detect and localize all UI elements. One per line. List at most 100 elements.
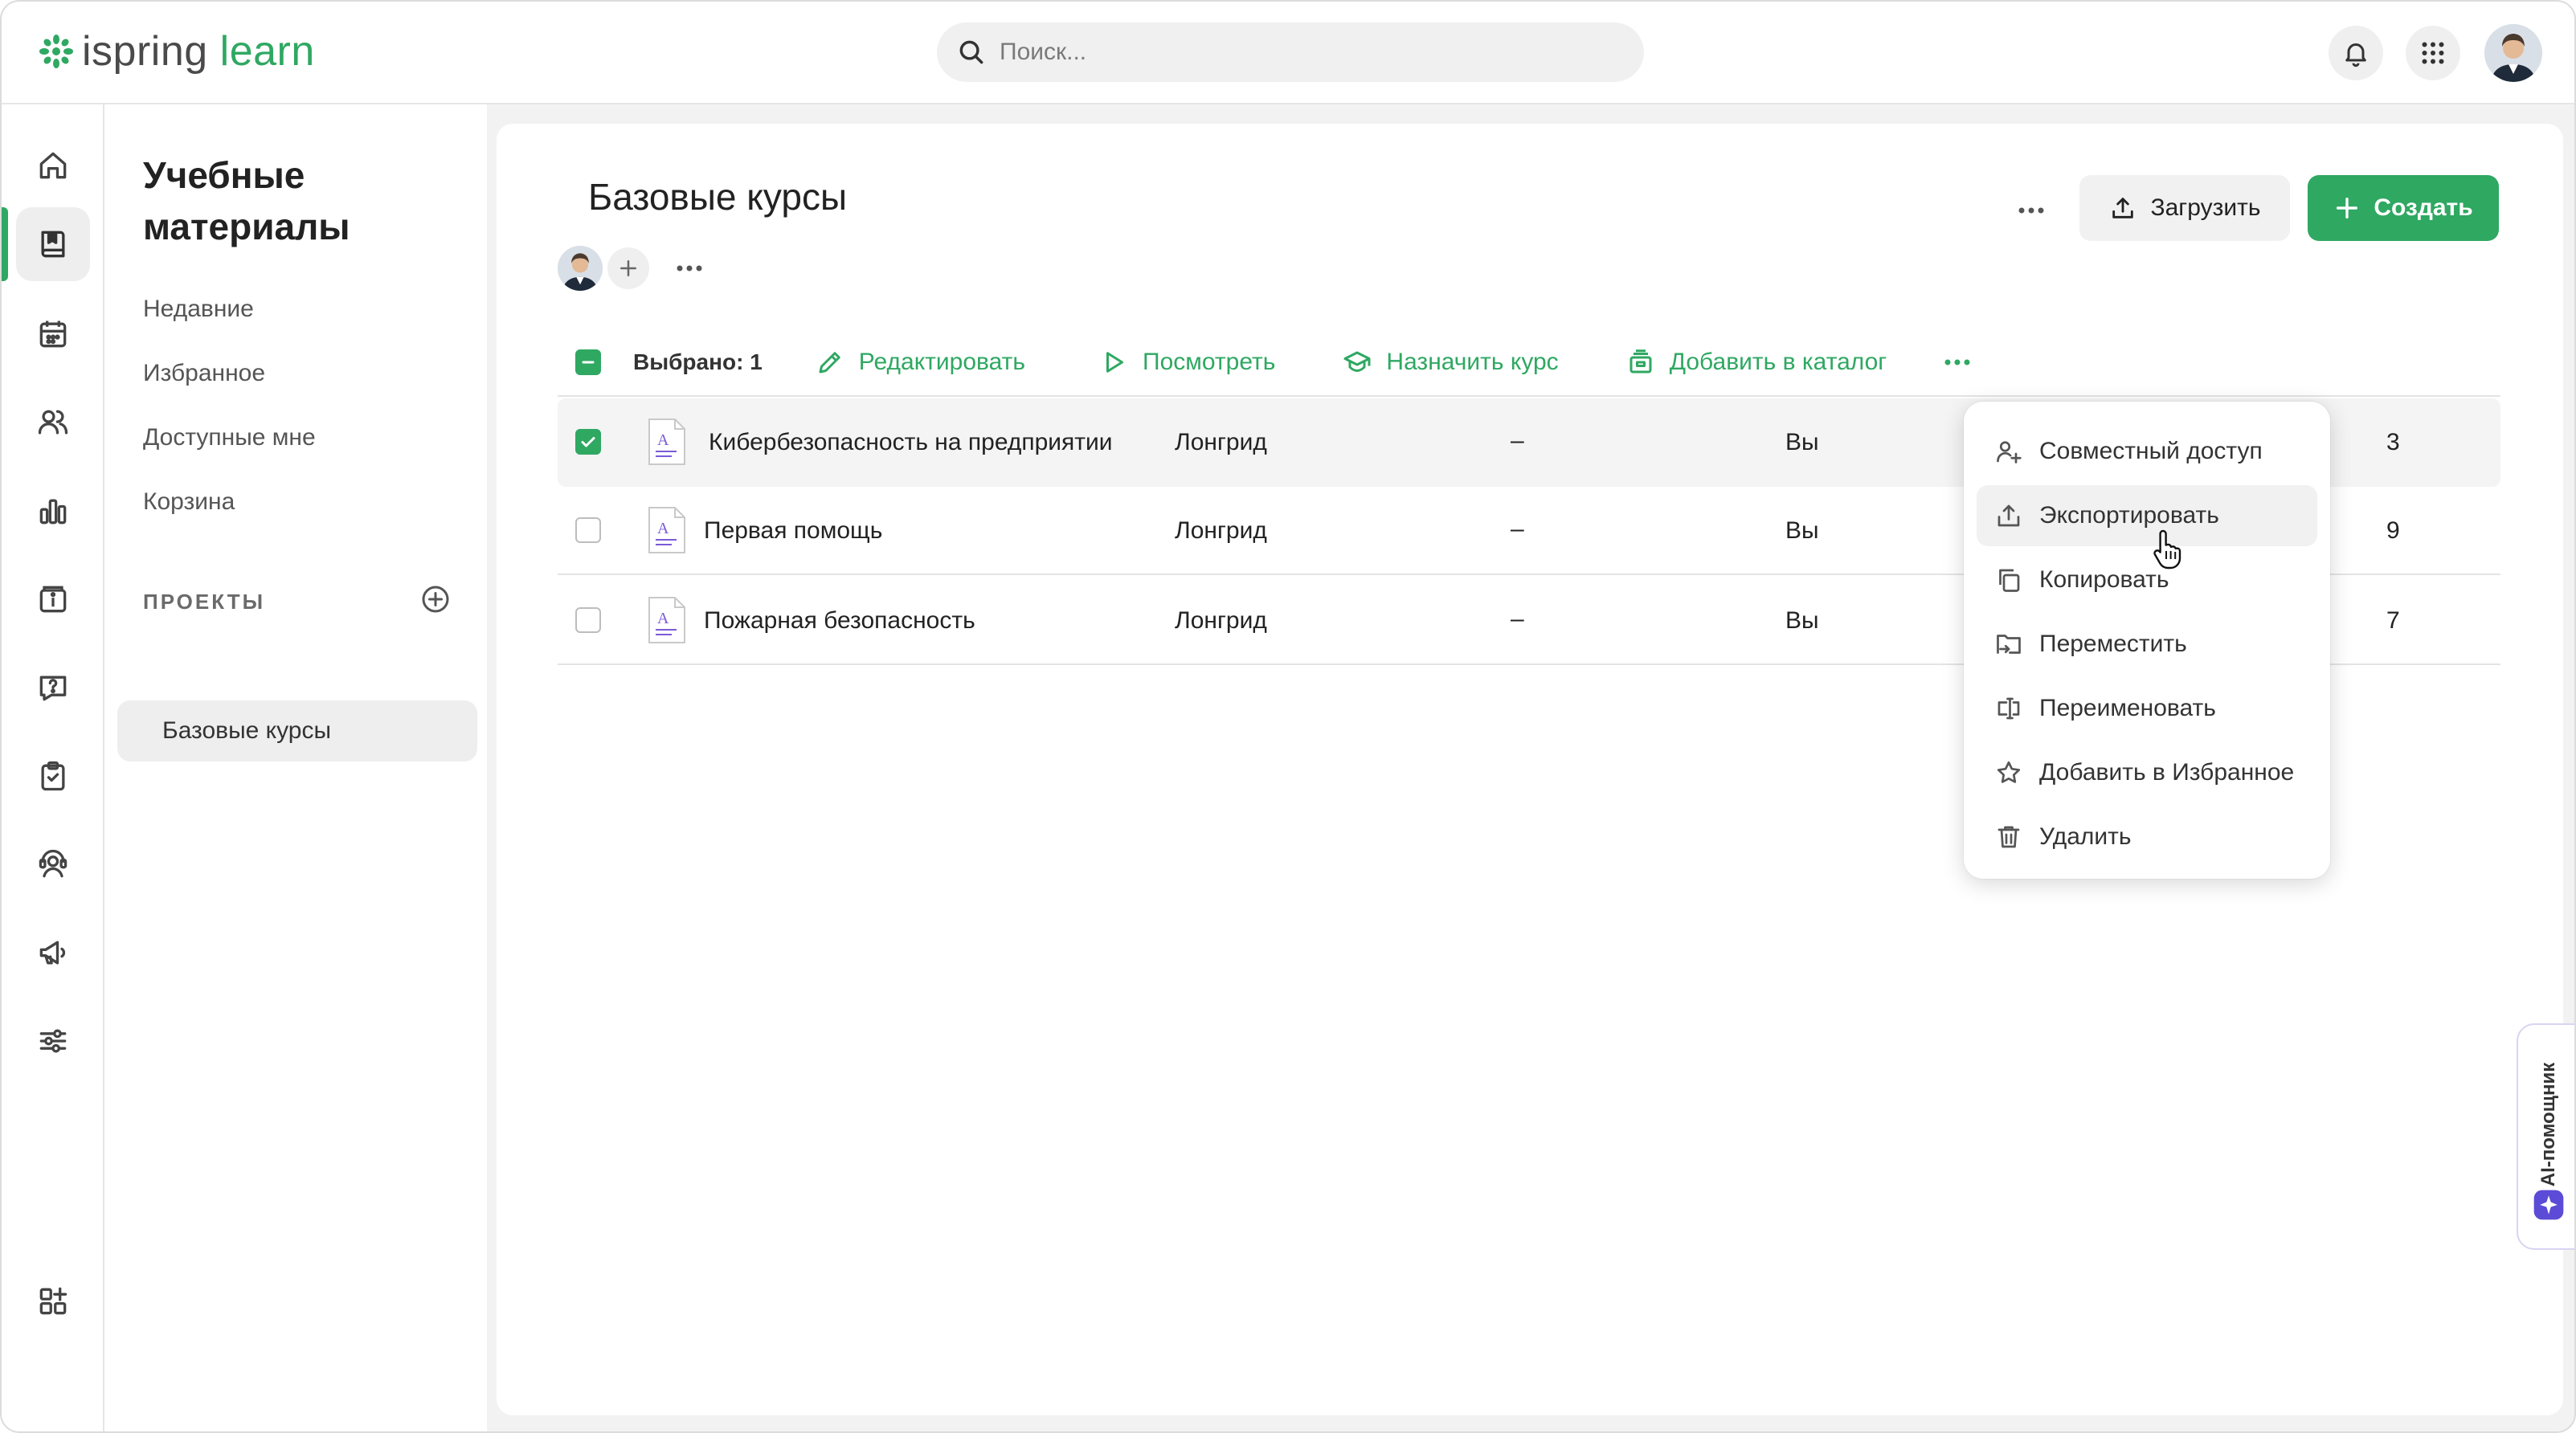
projects-section-label: ПРОЕКТЫ [143,590,266,614]
upload-button[interactable]: Загрузить [2079,175,2290,241]
menu-item-move[interactable]: Переместить [1977,614,2317,675]
play-icon [1106,352,1124,373]
menu-item-favorite[interactable]: Добавить в Избранное [1977,742,2317,803]
search-bar[interactable] [937,22,1644,82]
add-member-button[interactable] [607,247,649,289]
rail-active-indicator [2,207,8,281]
rail-users[interactable] [16,386,90,459]
users-icon [38,410,68,435]
menu-item-rename[interactable]: Переименовать [1977,678,2317,739]
question-icon [39,676,67,701]
user-photo [2484,24,2542,82]
folder-move-icon [1997,635,2021,654]
members-more-button[interactable] [672,252,707,284]
menu-item-label: Добавить в Избранное [2039,759,2295,786]
menu-item-label: Копировать [2039,566,2169,593]
sidebar-link-trash[interactable]: Корзина [143,488,235,516]
more-dots-icon [1944,359,1970,365]
check-icon [581,437,595,447]
sidebar-project-basic-courses[interactable]: Базовые курсы [117,700,477,761]
svg-text:A: A [657,610,669,627]
assign-course-label: Назначить курс [1386,349,1559,375]
apps-grid-icon [2422,42,2444,64]
menu-item-copy[interactable]: Копировать [1977,549,2317,610]
support-icon [39,849,67,878]
add-to-catalog-action[interactable]: Добавить в каталог [1626,348,1887,377]
rail-materials[interactable] [16,207,90,281]
add-to-catalog-label: Добавить в каталог [1669,349,1887,375]
sliders-icon [39,1029,67,1053]
chart-icon [39,499,67,525]
row-checkbox[interactable] [575,429,601,455]
catalog-icon [1629,349,1652,374]
selected-count: Выбрано: 1 [633,349,763,374]
row-name[interactable]: Кибербезопасность на предприятии [709,429,1113,456]
create-button[interactable]: Создать [2308,175,2499,241]
more-actions-menu: Совместный доступ Экспортировать Копиров… [1964,402,2330,879]
ai-assistant-label-wrap: AI-помощник [2533,1052,2565,1197]
megaphone-icon [39,941,66,965]
more-dots-icon [677,265,702,271]
app-window: ispring learn Поиск... Учебные материалы… [0,0,2576,1433]
rail-add-apps[interactable] [16,1264,90,1338]
rail-announcements[interactable] [16,916,90,990]
hand-pointer-cursor-icon [2153,529,2181,570]
preview-action-label: Посмотреть [1143,349,1276,375]
apps-grid-button[interactable] [2406,26,2460,80]
project-member-avatar[interactable] [558,246,603,291]
edit-action[interactable]: Редактировать [816,348,1025,377]
selection-toolbar: Выбрано: 1 Редактировать Посмотреть Назн… [558,329,2500,397]
rail-info[interactable] [16,562,90,636]
row-name[interactable]: Пожарная безопасность [704,607,975,635]
row-checkbox[interactable] [575,607,601,633]
upload-label: Загрузить [2150,194,2261,221]
member-photo [558,246,603,291]
ai-assistant-tab[interactable]: AI-помощник [2517,1023,2574,1250]
rail-settings[interactable] [16,1004,90,1078]
left-nav-rail [2,104,104,1431]
menu-item-export[interactable]: Экспортировать [1977,485,2317,546]
rail-support[interactable] [16,827,90,901]
menu-item-label: Переименовать [2039,695,2216,721]
assign-course-action[interactable]: Назначить курс [1343,348,1559,377]
toolbar-more-button[interactable] [1943,357,1975,367]
select-all-checkbox[interactable] [575,349,601,375]
row-date: 7 [2386,607,2400,634]
row-name[interactable]: Первая помощь [704,517,882,545]
sidebar-link-shared[interactable]: Доступные мне [143,424,316,451]
rename-icon [1997,697,2020,720]
user-avatar[interactable] [2484,24,2542,82]
search-input[interactable] [1000,39,1610,66]
user-plus-icon [1997,441,2022,463]
preview-action[interactable]: Посмотреть [1099,348,1275,377]
menu-item-share[interactable]: Совместный доступ [1977,421,2317,482]
ispring-learn-logo[interactable]: ispring learn [37,26,315,77]
row-type: Лонгрид [1175,429,1267,455]
materials-sidebar: Учебные материалы Недавние Избранное Дос… [104,104,487,1431]
star-icon [1997,761,2021,783]
rail-questions[interactable] [16,651,90,725]
ai-sparkle-icon [2533,1190,2564,1220]
notifications-button[interactable] [2329,26,2383,80]
edit-action-label: Редактировать [858,349,1026,375]
home-icon [39,152,67,179]
rail-reports[interactable] [16,474,90,548]
menu-item-label: Совместный доступ [2039,438,2263,464]
sidebar-link-recent[interactable]: Недавние [143,296,254,323]
top-header: ispring learn [2,2,2574,104]
row-checkbox[interactable] [575,517,601,543]
menu-item-label: Переместить [2039,631,2187,657]
menu-item-delete[interactable]: Удалить [1977,806,2317,868]
page-more-button[interactable] [2009,188,2054,233]
row-empty-value: – [1511,427,1524,454]
rail-home[interactable] [16,129,90,202]
clipboard-check-icon [41,761,65,791]
sidebar-link-favorites[interactable]: Избранное [143,360,265,387]
export-icon [1997,504,2020,527]
search-icon [959,40,983,64]
rail-calendar[interactable] [16,297,90,371]
row-type: Лонгрид [1175,517,1267,544]
add-project-icon[interactable] [419,583,452,615]
rail-tasks[interactable] [16,739,90,813]
row-date: 9 [2386,517,2400,544]
